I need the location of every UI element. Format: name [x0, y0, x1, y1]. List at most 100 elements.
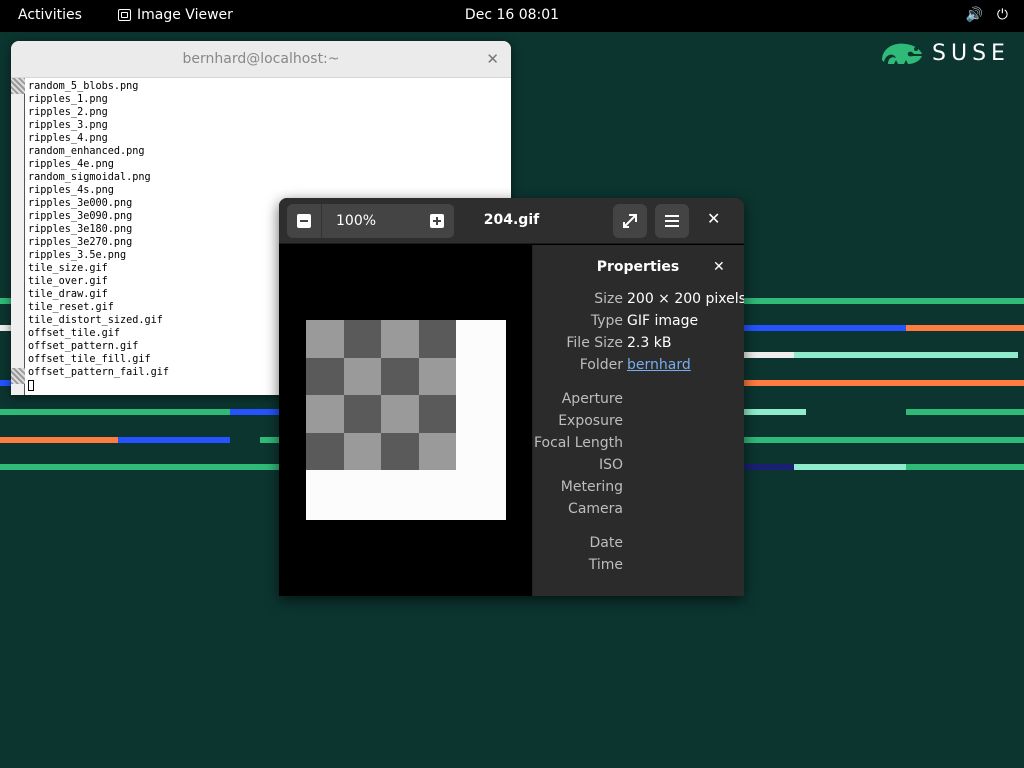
wallpaper-stripe	[0, 464, 280, 470]
terminal-line: ripples_3.5e.png	[28, 250, 127, 261]
app-menu[interactable]: Image Viewer	[118, 7, 233, 23]
terminal-line: ripples_2.png	[28, 107, 108, 118]
terminal-line: tile_size.gif	[28, 263, 108, 274]
properties-title: Properties	[596, 259, 680, 275]
zoom-out-icon	[297, 214, 311, 228]
terminal-line: tile_distort_sized.gif	[28, 315, 163, 326]
terminal-cursor	[28, 379, 34, 391]
property-value: 200 × 200 pixels	[627, 291, 744, 307]
wallpaper-stripe	[744, 409, 806, 415]
wallpaper-stripe	[0, 437, 118, 443]
property-label: Date	[589, 535, 623, 551]
terminal-prompt[interactable]	[28, 379, 169, 392]
zoom-in-button[interactable]	[420, 204, 454, 238]
terminal-line: tile_reset.gif	[28, 302, 114, 313]
property-value: 2.3 kB	[627, 335, 672, 351]
power-icon: ⏻	[996, 7, 1008, 23]
suse-wordmark: SUSE	[932, 40, 1010, 66]
property-label: Time	[588, 557, 623, 573]
wallpaper-stripe	[906, 409, 1024, 415]
wallpaper-stripe	[744, 298, 1024, 304]
main-menu-button[interactable]	[655, 204, 689, 238]
terminal-scrollbar[interactable]	[11, 78, 25, 395]
chameleon-icon	[882, 43, 922, 64]
property-label: File Size	[566, 335, 623, 351]
wallpaper-stripe	[906, 464, 1024, 470]
zoom-level[interactable]: 100%	[321, 204, 424, 238]
image-viewer-icon	[118, 9, 131, 21]
properties-close-button[interactable]: ✕	[713, 259, 725, 275]
property-label: Focal Length	[533, 435, 623, 451]
property-label: Exposure	[558, 413, 623, 429]
property-size: Size 200 × 200 pixels	[533, 291, 744, 311]
terminal-line: ripples_3e270.png	[28, 237, 133, 248]
wallpaper-stripe	[744, 325, 906, 331]
property-label: Type	[590, 313, 623, 329]
volume-icon: 🔊	[965, 7, 983, 23]
top-bar: Activities Image Viewer Dec 16 08:01 🔊 ⏻	[0, 0, 1024, 32]
fullscreen-icon	[623, 214, 637, 228]
property-file-size: File Size 2.3 kB	[533, 335, 744, 355]
terminal-line: ripples_1.png	[28, 94, 108, 105]
viewer-header[interactable]: 100% 204.gif ✕	[279, 198, 744, 244]
wallpaper-stripe	[906, 325, 1024, 331]
fullscreen-button[interactable]	[613, 204, 647, 238]
properties-panel: Properties ✕ Size 200 × 200 pixels Type …	[532, 245, 744, 596]
terminal-line: offset_pattern.gif	[28, 341, 139, 352]
terminal-line: tile_over.gif	[28, 276, 108, 287]
image-viewer-window[interactable]: 100% 204.gif ✕ Properties ✕ Size 200 × 2…	[279, 198, 744, 596]
wallpaper-stripe	[260, 437, 280, 443]
property-type: Type GIF image	[533, 313, 744, 333]
terminal-line: ripples_3e000.png	[28, 198, 133, 209]
displayed-image	[306, 320, 506, 520]
terminal-line: ripples_3e180.png	[28, 224, 133, 235]
terminal-close-button[interactable]: ✕	[486, 41, 499, 78]
terminal-line: ripples_4e.png	[28, 159, 114, 170]
property-metering: Metering	[533, 479, 744, 499]
terminal-line: ripples_4.png	[28, 133, 108, 144]
checkerboard-pattern	[306, 320, 456, 470]
property-value: GIF image	[627, 313, 699, 329]
wallpaper-stripe	[230, 409, 280, 415]
system-menu[interactable]: 🔊 ⏻	[965, 7, 1008, 23]
property-focal-length: Focal Length	[533, 435, 744, 455]
property-camera: Camera	[533, 501, 744, 521]
terminal-line: ripples_3e090.png	[28, 211, 133, 222]
property-folder: Folder bernhard	[533, 357, 744, 377]
terminal-scrollbar-thumb[interactable]	[11, 368, 25, 384]
property-label: Metering	[560, 479, 623, 495]
terminal-line: tile_draw.gif	[28, 289, 108, 300]
terminal-scrollbar-thumb[interactable]	[11, 78, 25, 94]
app-name: Image Viewer	[137, 7, 233, 23]
terminal-line: ripples_4s.png	[28, 185, 114, 196]
terminal-line: offset_pattern_fail.gif	[28, 367, 170, 378]
terminal-line: offset_tile.gif	[28, 328, 121, 339]
property-aperture: Aperture	[533, 391, 744, 411]
terminal-header[interactable]: bernhard@localhost:~ ✕	[11, 41, 511, 78]
property-label: Size	[594, 291, 623, 307]
terminal-line: offset_tile_fill.gif	[28, 354, 151, 365]
wallpaper-stripe	[744, 437, 1024, 443]
wallpaper-stripe	[794, 464, 906, 470]
property-iso: ISO	[533, 457, 744, 477]
wallpaper-stripe	[794, 352, 1018, 358]
wallpaper-stripe	[744, 464, 794, 470]
hamburger-menu-icon	[665, 215, 679, 227]
terminal-line: random_sigmoidal.png	[28, 172, 151, 183]
folder-link[interactable]: bernhard	[627, 357, 691, 373]
wallpaper-stripe	[0, 409, 230, 415]
terminal-line: ripples_3.png	[28, 120, 108, 131]
image-canvas[interactable]	[279, 245, 532, 596]
property-label: Aperture	[561, 391, 623, 407]
terminal-output: random_5_blobs.png ripples_1.png ripples…	[28, 80, 169, 392]
wallpaper-stripe	[744, 352, 794, 358]
property-time: Time	[533, 557, 744, 577]
suse-logo: SUSE	[880, 40, 1010, 66]
wallpaper-stripe	[118, 437, 230, 443]
viewer-close-button[interactable]: ✕	[707, 209, 720, 228]
property-exposure: Exposure	[533, 413, 744, 433]
property-label: ISO	[598, 457, 623, 473]
zoom-out-button[interactable]	[287, 204, 321, 238]
terminal-title: bernhard@localhost:~	[182, 51, 340, 67]
activities-button[interactable]: Activities	[18, 7, 82, 23]
